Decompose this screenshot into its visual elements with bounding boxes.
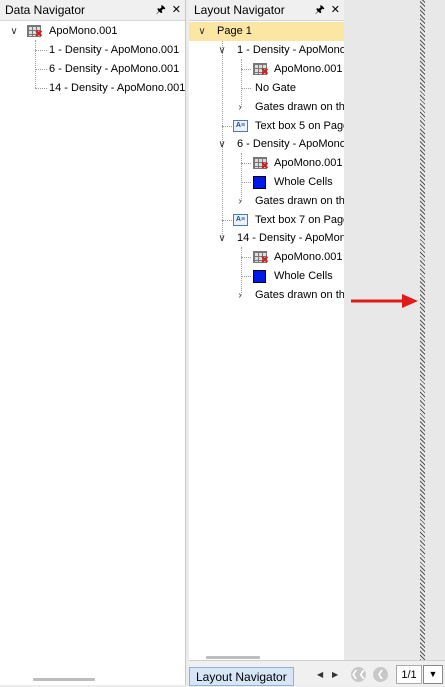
chevron-down-icon[interactable]: ∨ [9, 22, 19, 41]
text-box-icon: A≡ [233, 214, 248, 226]
page-dropdown[interactable]: ▼ [423, 665, 443, 684]
remove-mark-icon: ✖ [34, 29, 43, 40]
data-navigator-panel: Data Navigator 🖈︎ ✕ ∨ ✖ ApoMono.001 1 - … [0, 0, 186, 685]
tree-item-plot[interactable]: 1 - Density - ApoMono.001 [0, 41, 185, 60]
arrow-right-icon [351, 294, 418, 308]
tree-item-label: Page 1 [217, 25, 252, 37]
pin-icon[interactable]: 🖈︎ [156, 0, 166, 20]
tree-item-label: Whole Cells [274, 176, 333, 188]
remove-mark-icon: ✖ [260, 161, 269, 172]
tree-item-plot[interactable]: ∨ 14 - Density - ApoMono.001 [189, 229, 344, 248]
tree-item-label: Whole Cells [274, 270, 333, 282]
tree-item-textbox[interactable]: A≡ Text box 7 on Page 1 [189, 211, 344, 230]
tree-item-label: ApoMono.001 [274, 63, 343, 75]
tree-item-plot[interactable]: ∨ 1 - Density - ApoMono.001 [189, 41, 344, 60]
bottom-bar: Layout Navigator ◀ ▶ ❮❮ ❮ 1/1 ▼ [189, 660, 445, 686]
chevron-down-icon[interactable]: ∨ [197, 22, 207, 41]
text-box-icon: A≡ [233, 120, 248, 132]
tree-item-gates-drawn[interactable]: › Gates drawn on this plot [189, 98, 344, 117]
tree-item-page[interactable]: ∨ Page 1 [189, 22, 344, 41]
data-navigator-header: Data Navigator 🖈︎ ✕ [0, 0, 185, 21]
tree-item-label: 6 - Density - ApoMono.001 [49, 63, 180, 75]
previous-page-icon[interactable]: ❮ [373, 667, 388, 682]
tree-item-gate[interactable]: Whole Cells [189, 173, 344, 192]
gate-color-icon [253, 176, 266, 189]
tab-layout-navigator[interactable]: Layout Navigator [189, 667, 294, 686]
tree-item-label: 1 - Density - ApoMono.001 [237, 44, 344, 56]
tree-item-label: Text box 7 on Page 1 [255, 214, 344, 226]
tree-item-gates-drawn[interactable]: › Gates drawn on this plot [189, 286, 344, 305]
chevron-down-icon[interactable]: ∨ [217, 229, 227, 248]
data-file-icon: ✖ [253, 157, 269, 172]
tree-item-label: 6 - Density - ApoMono.001 [237, 138, 344, 150]
tree-item-label: 1 - Density - ApoMono.001 [49, 44, 180, 56]
tree-item-data[interactable]: ✖ ApoMono.001 [189, 60, 344, 79]
tree-item-data[interactable]: ✖ ApoMono.001 [189, 154, 344, 173]
tree-item-label: 14 - Density - ApoMono.001 [237, 232, 344, 244]
tree-item-label: Gates drawn on this plot [255, 195, 344, 207]
remove-mark-icon: ✖ [260, 255, 269, 266]
chevron-down-icon[interactable]: ∨ [217, 135, 227, 154]
tree-item-label: Gates drawn on this plot [255, 101, 344, 113]
chevron-right-icon[interactable]: › [235, 192, 245, 211]
tree-item-plot[interactable]: 6 - Density - ApoMono.001 [0, 60, 185, 79]
tree-item-gate[interactable]: Whole Cells [189, 267, 344, 286]
chevron-right-icon[interactable]: ▶ [332, 670, 338, 679]
data-navigator-title: Data Navigator [5, 3, 86, 17]
data-file-icon: ✖ [253, 251, 269, 266]
tree-item-label: Text box 5 on Page 1 [255, 120, 344, 132]
page-indicator: 1/1 [396, 665, 422, 684]
layout-navigator-panel: Layout Navigator 🖈︎ ✕ ∨ Page 1 ∨ 1 - Den… [189, 0, 344, 660]
close-icon[interactable]: ✕ [331, 0, 340, 20]
tree-item-label: ApoMono.001 [274, 251, 343, 263]
tree-item-label: ApoMono.001 [49, 25, 118, 37]
chevron-down-icon[interactable]: ∨ [217, 41, 227, 60]
tree-item-label: ApoMono.001 [274, 157, 343, 169]
tree-item-data[interactable]: ✖ ApoMono.001 [189, 248, 344, 267]
tree-item-label: 14 - Density - ApoMono.001 [49, 82, 185, 94]
tree-item-label: No Gate [255, 82, 296, 94]
tree-item-label: Gates drawn on this plot [255, 289, 344, 301]
gate-color-icon [253, 270, 266, 283]
tree-item-plot[interactable]: ∨ 6 - Density - ApoMono.001 [189, 135, 344, 154]
first-page-icon[interactable]: ❮❮ [351, 667, 366, 682]
pin-icon[interactable]: 🖈︎ [315, 0, 325, 20]
tree-item-textbox[interactable]: A≡ Text box 5 on Page 1 [189, 117, 344, 136]
remove-mark-icon: ✖ [260, 67, 269, 78]
tree-item-root[interactable]: ∨ ✖ ApoMono.001 [0, 22, 185, 41]
data-file-icon: ✖ [253, 63, 269, 78]
data-file-icon: ✖ [27, 25, 43, 40]
chevron-right-icon[interactable]: › [235, 98, 245, 117]
horizontal-scrollbar[interactable] [33, 678, 95, 681]
layout-navigator-header: Layout Navigator 🖈︎ ✕ [189, 0, 344, 21]
close-icon[interactable]: ✕ [172, 0, 181, 20]
caret-down-icon: ▼ [428, 669, 438, 679]
chevron-left-icon[interactable]: ◀ [317, 670, 323, 679]
tree-item-gates-drawn[interactable]: › Gates drawn on this plot [189, 192, 344, 211]
horizontal-scrollbar[interactable] [206, 656, 260, 659]
tree-item-gate[interactable]: No Gate [189, 79, 344, 98]
layout-navigator-title: Layout Navigator [194, 3, 285, 17]
layout-canvas[interactable] [344, 0, 445, 685]
tree-item-plot[interactable]: 14 - Density - ApoMono.001 [0, 79, 185, 98]
page-edge [420, 0, 425, 660]
chevron-right-icon[interactable]: › [235, 286, 245, 305]
